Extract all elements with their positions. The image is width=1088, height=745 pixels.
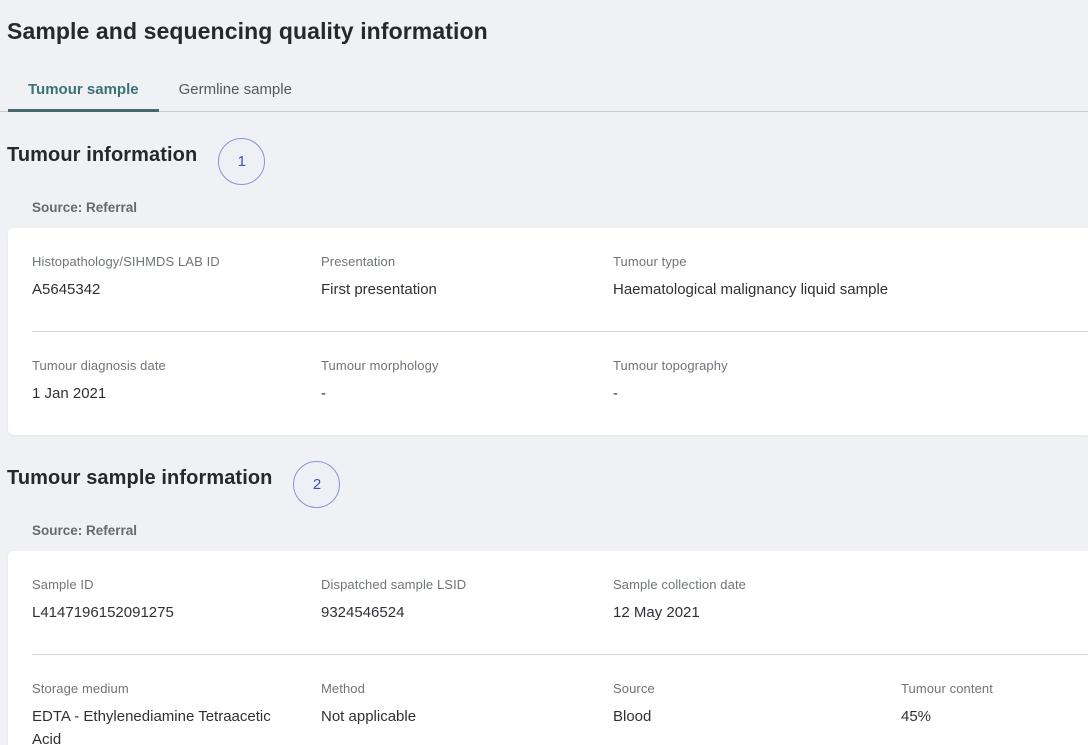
- field-label: Source: [613, 681, 883, 696]
- field-value: -: [321, 382, 595, 405]
- field-sample-id: Sample ID L4147196152091275: [32, 577, 321, 624]
- section-tumour-information: Tumour information 1 Source: Referral Hi…: [0, 138, 1088, 435]
- tab-germline-sample[interactable]: Germline sample: [159, 71, 312, 112]
- tumour-sample-information-card: Sample ID L4147196152091275 Dispatched s…: [8, 551, 1088, 745]
- field-storage-medium: Storage medium EDTA - Ethylenediamine Te…: [32, 681, 321, 745]
- field-value: -: [613, 382, 1046, 405]
- card-row: Sample ID L4147196152091275 Dispatched s…: [8, 551, 1088, 654]
- section-tumour-sample-information: Tumour sample information 2 Source: Refe…: [0, 461, 1088, 745]
- field-presentation: Presentation First presentation: [321, 254, 613, 301]
- section-heading: Tumour information: [7, 142, 197, 168]
- field-value: A5645342: [32, 278, 303, 301]
- card-row: Tumour diagnosis date 1 Jan 2021 Tumour …: [8, 332, 1088, 435]
- tab-bar: Tumour sample Germline sample: [0, 71, 1088, 112]
- field-dispatched-sample-lsid: Dispatched sample LSID 9324546524: [321, 577, 613, 624]
- card-row: Histopathology/SIHMDS LAB ID A5645342 Pr…: [8, 228, 1088, 331]
- field-value: 45%: [901, 705, 1046, 728]
- field-tumour-content: Tumour content 45%: [901, 681, 1064, 745]
- field-label: Tumour diagnosis date: [32, 358, 303, 373]
- field-label: Storage medium: [32, 681, 303, 696]
- field-value: 9324546524: [321, 601, 595, 624]
- field-label: Presentation: [321, 254, 595, 269]
- section-head: Tumour sample information 2: [0, 461, 1088, 508]
- field-value: 12 May 2021: [613, 601, 1046, 624]
- field-histopathology-lab-id: Histopathology/SIHMDS LAB ID A5645342: [32, 254, 321, 301]
- field-label: Dispatched sample LSID: [321, 577, 595, 592]
- field-label: Method: [321, 681, 595, 696]
- field-label: Tumour type: [613, 254, 1046, 269]
- field-value: First presentation: [321, 278, 595, 301]
- step-number: 1: [238, 153, 246, 170]
- field-tumour-type: Tumour type Haematological malignancy li…: [613, 254, 1064, 301]
- field-label: Tumour topography: [613, 358, 1046, 373]
- field-value: Not applicable: [321, 705, 595, 728]
- field-sample-collection-date: Sample collection date 12 May 2021: [613, 577, 1064, 624]
- field-label: Histopathology/SIHMDS LAB ID: [32, 254, 303, 269]
- step-number: 2: [313, 476, 321, 493]
- step-indicator-1: 1: [218, 138, 265, 185]
- card-row: Storage medium EDTA - Ethylenediamine Te…: [8, 655, 1088, 745]
- field-label: Tumour morphology: [321, 358, 595, 373]
- field-label: Sample collection date: [613, 577, 1046, 592]
- field-source: Source Blood: [613, 681, 901, 745]
- page-header: Sample and sequencing quality informatio…: [0, 0, 1088, 45]
- field-value: Blood: [613, 705, 883, 728]
- section-head: Tumour information 1: [0, 138, 1088, 185]
- source-label: Source: Referral: [32, 200, 1088, 215]
- source-label: Source: Referral: [32, 523, 1088, 538]
- field-method: Method Not applicable: [321, 681, 613, 745]
- field-value: EDTA - Ethylenediamine Tetraacetic Acid: [32, 705, 303, 745]
- field-tumour-topography: Tumour topography -: [613, 358, 1064, 405]
- field-tumour-morphology: Tumour morphology -: [321, 358, 613, 405]
- field-value: Haematological malignancy liquid sample: [613, 278, 1046, 301]
- field-value: 1 Jan 2021: [32, 382, 303, 405]
- field-label: Sample ID: [32, 577, 303, 592]
- field-label: Tumour content: [901, 681, 1046, 696]
- tumour-information-card: Histopathology/SIHMDS LAB ID A5645342 Pr…: [8, 228, 1088, 435]
- field-tumour-diagnosis-date: Tumour diagnosis date 1 Jan 2021: [32, 358, 321, 405]
- tab-tumour-sample[interactable]: Tumour sample: [8, 71, 159, 112]
- field-value: L4147196152091275: [32, 601, 303, 624]
- step-indicator-2: 2: [293, 461, 340, 508]
- page-title: Sample and sequencing quality informatio…: [7, 17, 1080, 45]
- section-heading: Tumour sample information: [7, 465, 272, 491]
